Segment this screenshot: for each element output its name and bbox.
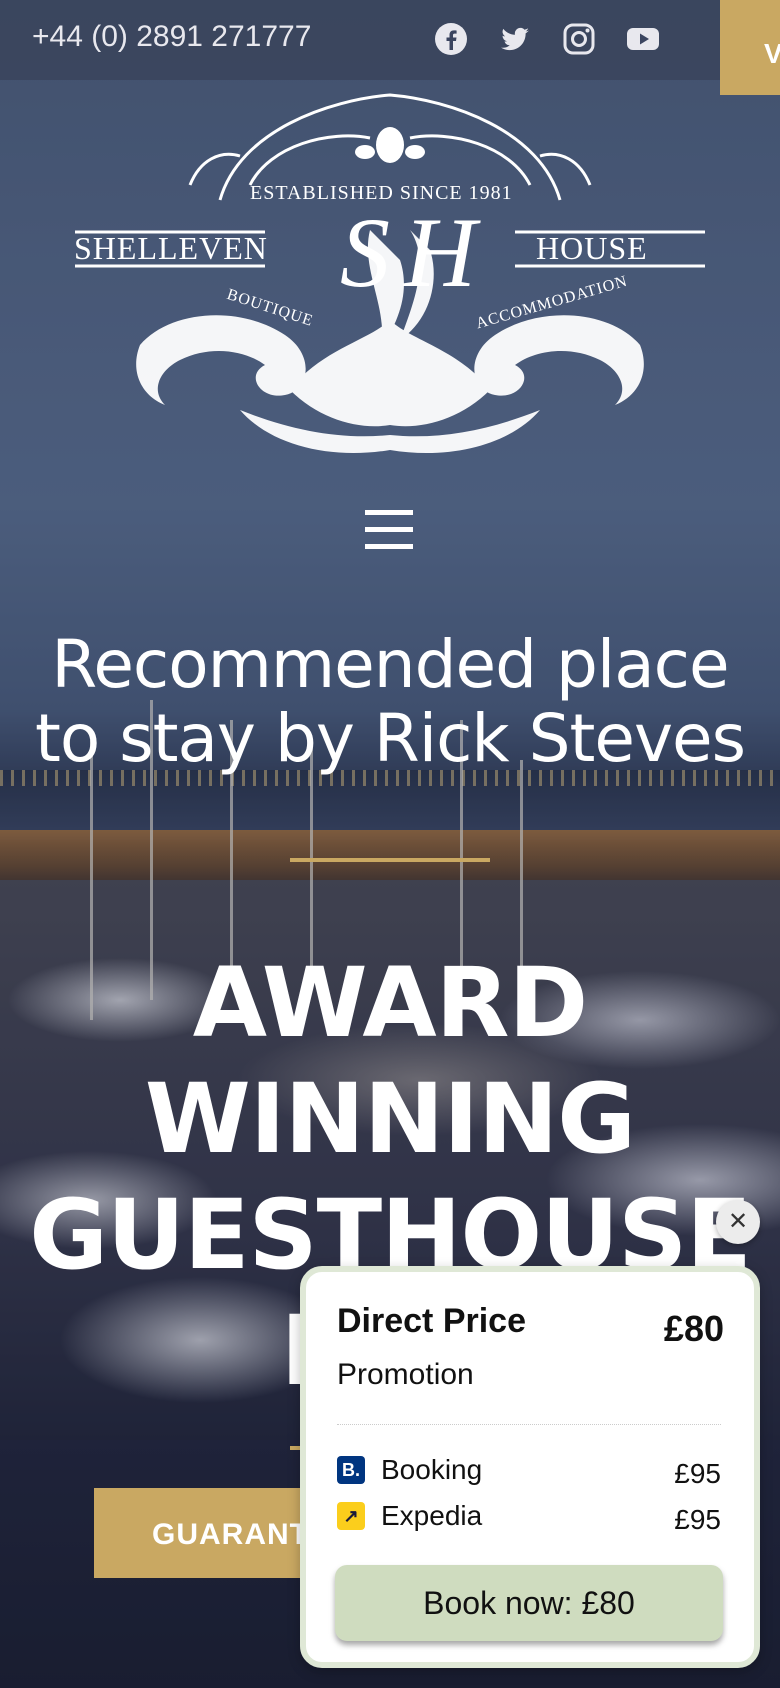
divider [337,1424,721,1425]
expedia-logo-icon: ↗ [337,1502,365,1530]
hamburger-line [365,527,413,532]
site-logo[interactable]: ESTABLISHED SINCE 1981 SHELLEVEN HOUSE S… [70,90,710,470]
gold-divider [290,858,490,862]
booking-logo-icon: B. [337,1456,365,1484]
hamburger-line [365,510,413,515]
instagram-icon[interactable] [562,22,596,56]
youtube-icon[interactable] [626,22,660,56]
phone-link[interactable]: +44 (0) 2891 271777 [32,20,311,54]
competitor-row: ↗ Expedia £95 [337,1500,721,1535]
menu-hamburger-icon[interactable] [365,510,415,550]
competitor-name: Booking [381,1454,483,1485]
hero-tagline: Recommended place to stay by Rick Steves [34,626,746,777]
widget-subtitle: Promotion [337,1358,474,1391]
competitor-name: Expedia [381,1500,483,1531]
direct-price: £80 [663,1308,724,1349]
competitor-row: B. Booking £95 [337,1454,721,1489]
facebook-icon[interactable] [434,22,468,56]
side-tab-label: V [764,38,780,69]
competitor-price: £95 [674,1458,721,1489]
direct-price-widget: Direct Price Promotion £80 B. Booking £9… [300,1266,760,1668]
logo-left-word: SHELLEVEN [74,230,268,266]
logo-right-word: HOUSE [536,230,648,266]
hamburger-line [365,544,413,549]
competitor-price: £95 [674,1504,721,1535]
twitter-icon[interactable] [498,22,532,56]
close-icon[interactable]: ✕ [716,1200,760,1244]
logo-monogram: SH [340,197,491,308]
book-now-button[interactable]: Book now: £80 [335,1565,723,1641]
widget-title: Direct Price [337,1302,526,1340]
side-tab[interactable]: V [720,0,780,95]
